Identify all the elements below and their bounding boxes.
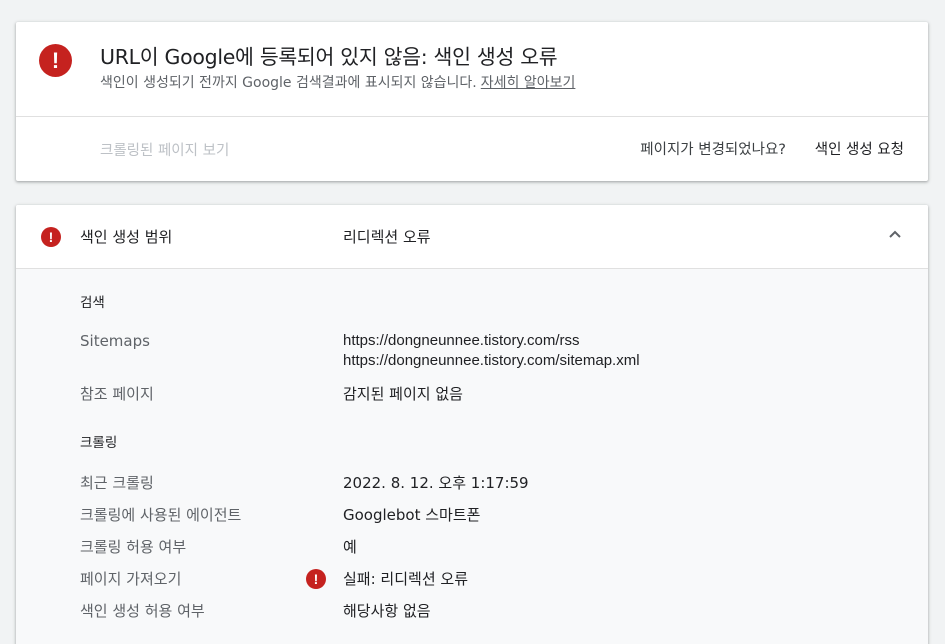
coverage-card: ! 색인 생성 범위 리디렉션 오류 검색 Sitemaps https://d…	[16, 205, 928, 644]
referring-page-value: 감지된 페이지 없음	[343, 385, 463, 403]
learn-more-link[interactable]: 자세히 알아보기	[481, 75, 576, 91]
coverage-header[interactable]: ! 색인 생성 범위 리디렉션 오류	[16, 205, 928, 269]
discovery-section-title: 검색	[80, 295, 105, 311]
card-divider	[16, 116, 928, 117]
last-crawl-label: 최근 크롤링	[80, 474, 154, 492]
crawler-agent-value: Googlebot 스마트폰	[343, 506, 481, 524]
page-changed-question: 페이지가 변경되었나요?	[640, 142, 786, 158]
crawl-allowed-value: 예	[343, 538, 357, 556]
coverage-details: 검색 Sitemaps https://dongneunnee.tistory.…	[16, 269, 928, 644]
index-status-card: ! URL이 Google에 등록되어 있지 않음: 색인 생성 오류 색인이 …	[16, 22, 928, 181]
status-title: URL이 Google에 등록되어 있지 않음: 색인 생성 오류	[100, 45, 558, 69]
crawler-agent-label: 크롤링에 사용된 에이전트	[80, 506, 242, 524]
last-crawl-value: 2022. 8. 12. 오후 1:17:59	[343, 474, 529, 492]
coverage-label: 색인 생성 범위	[80, 228, 173, 246]
coverage-value: 리디렉션 오류	[343, 228, 431, 246]
error-icon: !	[39, 44, 72, 77]
referring-page-label: 참조 페이지	[80, 385, 154, 403]
sitemap-url: https://dongneunnee.tistory.com/sitemap.…	[343, 352, 640, 369]
error-icon: !	[306, 569, 326, 589]
indexing-allowed-label: 색인 생성 허용 여부	[80, 602, 205, 620]
crawl-allowed-label: 크롤링 허용 여부	[80, 538, 187, 556]
inspection-page: ! URL이 Google에 등록되어 있지 않음: 색인 생성 오류 색인이 …	[0, 0, 945, 644]
chevron-up-icon[interactable]	[888, 227, 902, 241]
page-fetch-label: 페이지 가져오기	[80, 570, 182, 588]
status-description: 색인이 생성되기 전까지 Google 검색결과에 표시되지 않습니다. 자세히 …	[100, 72, 575, 92]
request-indexing-button[interactable]: 색인 생성 요청	[815, 138, 904, 159]
sitemap-url: https://dongneunnee.tistory.com/rss	[343, 332, 580, 349]
view-crawled-page-button[interactable]: 크롤링된 페이지 보기	[100, 139, 229, 160]
status-description-text: 색인이 생성되기 전까지 Google 검색결과에 표시되지 않습니다.	[100, 75, 477, 91]
crawl-section-title: 크롤링	[80, 435, 118, 451]
error-icon: !	[41, 227, 61, 247]
sitemaps-label: Sitemaps	[80, 332, 150, 350]
page-fetch-value: 실패: 리디렉션 오류	[343, 570, 468, 588]
indexing-allowed-value: 해당사항 없음	[343, 602, 431, 620]
